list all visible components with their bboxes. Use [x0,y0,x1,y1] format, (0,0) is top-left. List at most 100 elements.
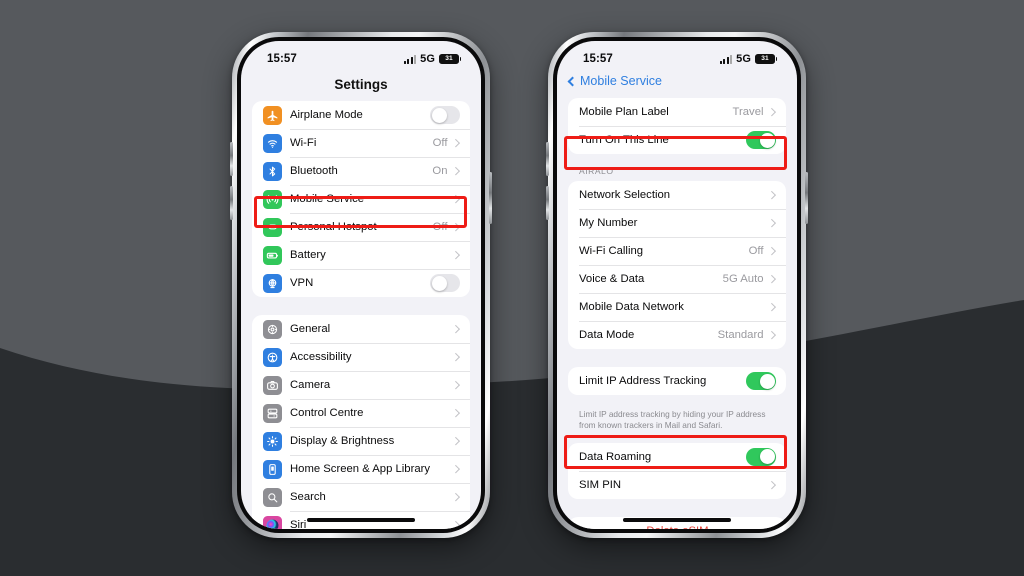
chevron-right-icon [767,191,776,199]
settings-group-connectivity: Airplane Mode Wi-Fi Off Bluetooth On Mobile S… [252,101,470,297]
cellular-bars-icon [403,54,417,64]
settings-row[interactable]: Bluetooth On [252,157,470,185]
chevron-right-icon [451,521,460,529]
left-phone-volume-down[interactable] [230,186,233,220]
battery-icon: 31 [755,53,778,65]
settings-row-label: My Number [579,217,638,229]
settings-row[interactable]: Mobile Plan Label Travel [568,98,786,126]
settings-row-label: Mobile Plan Label [579,106,669,118]
settings-row-value: Standard [717,329,764,341]
network-type-label: 5G [420,53,435,65]
settings-row[interactable]: Control Centre [252,399,470,427]
battery-icon [263,245,282,265]
settings-group-plan: Mobile Plan Label Travel Turn On This Line [568,98,786,154]
settings-row[interactable]: Accessibility [252,343,470,371]
right-status-indicators: 5G 31 [719,53,778,65]
settings-row[interactable]: SIM PIN [568,470,786,499]
chevron-right-icon [451,353,460,361]
settings-group-roaming: Data Roaming SIM PIN [568,442,786,499]
settings-row-label: Accessibility [290,351,352,363]
settings-row-label: Bluetooth [290,165,338,177]
antenna-icon [263,189,282,209]
settings-row[interactable]: My Number [568,209,786,237]
settings-row-label: Search [290,491,326,503]
home-indicator [623,518,731,522]
siri-icon [263,515,282,529]
settings-row[interactable]: Data Roaming [568,443,786,471]
chevron-right-icon [451,381,460,389]
back-button[interactable]: Mobile Service [557,71,797,98]
settings-row-value: On [432,165,448,177]
settings-row[interactable]: Battery [252,241,470,269]
left-status-bar: 15:57 5G 31 [241,41,481,71]
left-phone-volume-buttons[interactable] [230,142,233,176]
page-title: Settings [334,77,388,92]
settings-group-system: General Accessibility Camera Control Centre… [252,315,470,529]
settings-row[interactable]: Wi-Fi Calling Off [568,237,786,265]
right-phone-power-button[interactable] [805,172,808,224]
toggle-switch[interactable] [746,372,776,390]
right-phone-volume-up[interactable] [546,142,549,176]
settings-row[interactable]: Camera [252,371,470,399]
airplane-icon [263,105,282,125]
settings-row[interactable]: Network Selection [568,181,786,209]
settings-row[interactable]: Display & Brightness [252,427,470,455]
chevron-right-icon [451,409,460,417]
settings-row[interactable]: VPN [252,269,470,297]
settings-row-label: Mobile Data Network [579,301,684,313]
settings-row-label: Data Roaming [579,450,652,463]
settings-row-label: General [290,323,331,335]
right-phone-volume-down[interactable] [546,186,549,220]
right-status-bar: 15:57 5G 31 [557,41,797,71]
settings-row-value: Travel [732,106,764,118]
chevron-right-icon [451,195,460,203]
settings-row-label: Display & Brightness [290,435,395,447]
settings-row-label: Battery [290,249,326,261]
hotspot-icon [263,217,282,237]
chevron-right-icon [767,303,776,311]
settings-row-label: Camera [290,379,331,391]
gear-icon [263,319,282,339]
settings-row-label: Wi-Fi Calling [579,245,644,257]
chevron-right-icon [451,167,460,175]
settings-row-label: Mobile Service [290,193,365,205]
control-centre-icon [263,403,282,423]
toggle-switch[interactable] [746,447,776,466]
settings-row-label: SIM PIN [579,478,622,491]
battery-icon: 31 [439,53,462,65]
cellular-bars-icon [719,54,733,64]
settings-row-label: Turn On This Line [579,134,669,146]
settings-row-value: 5G Auto [722,273,764,285]
settings-row[interactable]: Mobile Data Network [568,293,786,321]
camera-icon [263,375,282,395]
chevron-right-icon [451,437,460,445]
settings-row[interactable]: Wi-Fi Off [252,129,470,157]
battery-level-label: 31 [445,54,453,62]
toggle-switch[interactable] [430,106,460,124]
left-settings-list[interactable]: Airplane Mode Wi-Fi Off Bluetooth On Mobile S… [241,101,481,529]
settings-row[interactable]: Mobile Service [252,185,470,213]
chevron-right-icon [767,331,776,339]
toggle-switch[interactable] [746,131,776,149]
settings-row[interactable]: General [252,315,470,343]
chevron-right-icon [451,493,460,501]
settings-row[interactable]: Limit IP Address Tracking [568,367,786,395]
settings-row[interactable]: Turn On This Line [568,126,786,154]
battery-level-label: 31 [761,54,769,62]
toggle-switch[interactable] [430,274,460,292]
settings-row-label: Network Selection [579,189,671,201]
settings-row-label: Personal Hotspot [290,221,377,233]
settings-row[interactable]: Voice & Data 5G Auto [568,265,786,293]
settings-row[interactable]: Personal Hotspot Off [252,213,470,241]
settings-row[interactable]: Home Screen & App Library [252,455,470,483]
search-icon [263,487,282,507]
settings-row[interactable]: Data Mode Standard [568,321,786,349]
settings-row[interactable]: Search [252,483,470,511]
settings-row[interactable]: Airplane Mode [252,101,470,129]
left-phone-power-button[interactable] [489,172,492,224]
right-settings-list[interactable]: Mobile Plan Label Travel Turn On This Line… [557,98,797,529]
back-button-label: Mobile Service [580,74,662,88]
left-status-indicators: 5G 31 [403,53,462,65]
settings-row-value: Off [432,221,448,233]
delete-esim-label: Delete eSIM [646,525,708,529]
